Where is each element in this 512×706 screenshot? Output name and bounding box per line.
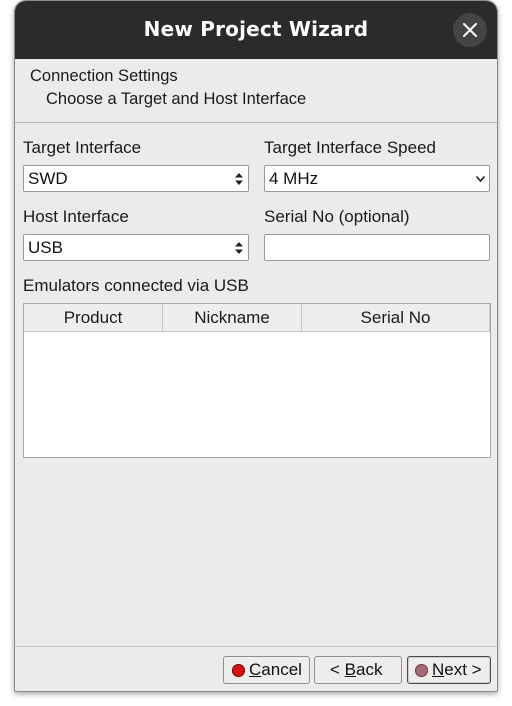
host-interface-label: Host Interface (23, 207, 129, 226)
table-body[interactable] (24, 332, 490, 457)
target-interface-speed-value: 4 MHz (269, 169, 319, 188)
target-interface-combo[interactable]: SWD (23, 165, 249, 192)
host-interface-combo[interactable]: USB (23, 234, 249, 261)
page-title: Connection Settings (30, 67, 178, 85)
target-interface-label: Target Interface (23, 138, 142, 157)
back-label: < Back (330, 660, 382, 680)
close-button[interactable] (453, 13, 487, 47)
target-interface-speed-dropdown[interactable]: 4 MHz (264, 165, 490, 192)
wizard-header: Connection Settings Choose a Target and … (15, 59, 497, 123)
updown-arrows-icon (235, 173, 243, 185)
emulators-table[interactable]: Product Nickname Serial No (23, 303, 491, 458)
target-interface-value: SWD (28, 169, 68, 188)
title-bar[interactable]: New Project Wizard (15, 1, 497, 59)
red-dot-icon (232, 664, 245, 677)
back-label-rest: ack (356, 660, 383, 679)
cancel-mnemonic: C (249, 660, 262, 679)
chevron-down-icon (476, 176, 485, 182)
column-header-serial-no[interactable]: Serial No (302, 304, 490, 331)
next-button[interactable]: Next > (407, 656, 491, 684)
serial-no-input[interactable] (264, 234, 490, 261)
cancel-label-rest: ancel (261, 660, 302, 679)
next-label: Next > (432, 660, 482, 680)
back-arrow-text: < (330, 660, 345, 679)
back-mnemonic: B (344, 660, 356, 679)
wizard-window: New Project Wizard Connection Settings C… (14, 0, 498, 692)
next-mnemonic: N (432, 660, 445, 679)
next-label-rest: ext > (444, 660, 482, 679)
close-icon (463, 23, 477, 37)
column-header-nickname[interactable]: Nickname (163, 304, 302, 331)
mauve-dot-icon (415, 664, 428, 677)
back-button[interactable]: < Back (314, 656, 402, 684)
serial-no-label: Serial No (optional) (264, 207, 410, 226)
page-subtitle: Choose a Target and Host Interface (46, 90, 307, 108)
cancel-label: Cancel (249, 660, 302, 680)
footer-divider (15, 646, 497, 647)
window-title: New Project Wizard (143, 17, 369, 41)
cancel-button[interactable]: Cancel (223, 656, 310, 684)
host-interface-value: USB (28, 238, 63, 257)
emulators-label: Emulators connected via USB (23, 276, 249, 295)
table-header: Product Nickname Serial No (24, 304, 490, 332)
target-interface-speed-label: Target Interface Speed (264, 138, 437, 157)
updown-arrows-icon (235, 242, 243, 254)
column-header-product[interactable]: Product (24, 304, 163, 331)
